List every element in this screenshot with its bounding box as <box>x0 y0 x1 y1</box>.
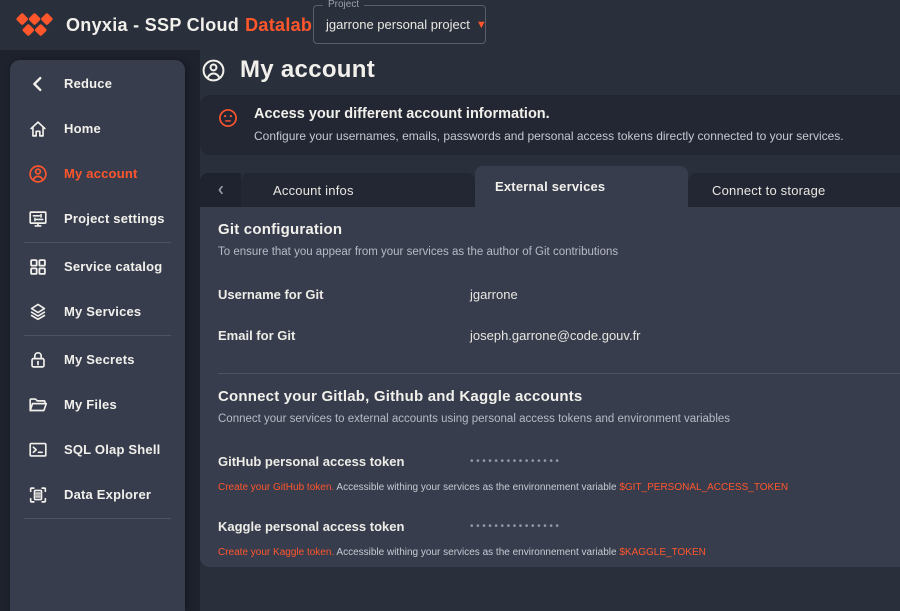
sidebar-item-service-catalog[interactable]: Service catalog <box>10 244 185 289</box>
sidebar-item-my-secrets[interactable]: My Secrets <box>10 337 185 382</box>
main-content: My account Access your different account… <box>200 50 900 611</box>
sidebar-divider <box>24 242 171 243</box>
tab-bar: Account infos External services Connect … <box>200 166 900 207</box>
sidebar-item-my-services[interactable]: My Services <box>10 289 185 334</box>
github-token-masked-value[interactable]: ••••••••••••••• <box>470 456 562 467</box>
git-email-value[interactable]: joseph.garrone@code.gouv.fr <box>470 328 641 343</box>
onyxia-logo-icon <box>14 10 56 40</box>
sidebar-item-label: My account <box>64 166 138 181</box>
field-row-git-email: Email for Git joseph.garrone@code.gouv.f… <box>218 328 900 343</box>
sidebar-item-my-account[interactable]: My account <box>10 151 185 196</box>
app-title: Onyxia - SSP Cloud Datalab <box>66 15 312 36</box>
field-row-kaggle-token: Kaggle personal access token •••••••••••… <box>218 519 900 534</box>
sidebar-item-label: Reduce <box>64 76 112 91</box>
field-label: Kaggle personal access token <box>218 519 470 534</box>
tab-account-infos[interactable]: Account infos <box>241 173 475 207</box>
sidebar: Reduce Home My account Project settings … <box>10 60 185 611</box>
github-token-helper: Create your GitHub token. Accessible wit… <box>218 482 892 493</box>
field-label: Username for Git <box>218 287 470 302</box>
folder-open-icon <box>27 394 49 416</box>
sidebar-item-label: SQL Olap Shell <box>64 442 160 457</box>
sidebar-item-label: Home <box>64 121 101 136</box>
sidebar-item-sql-olap-shell[interactable]: SQL Olap Shell <box>10 427 185 472</box>
account-circle-icon <box>27 163 49 185</box>
sidebar-item-label: Service catalog <box>64 259 162 274</box>
kaggle-token-helper: Create your Kaggle token. Accessible wit… <box>218 547 892 558</box>
layers-icon <box>27 301 49 323</box>
helper-text: Accessible withing your services as the … <box>334 547 619 558</box>
git-username-value[interactable]: jgarrone <box>470 287 518 302</box>
accounts-section-subtitle: Connect your services to external accoun… <box>218 413 900 425</box>
sidebar-item-label: My Files <box>64 397 117 412</box>
sentiment-neutral-icon <box>217 107 239 129</box>
field-label: GitHub personal access token <box>218 454 470 469</box>
sidebar-item-data-explorer[interactable]: Data Explorer <box>10 472 185 517</box>
section-divider <box>218 373 900 374</box>
chevron-left-icon <box>213 182 229 198</box>
page-header: My account <box>200 56 375 84</box>
accounts-section-title: Connect your Gitlab, Github and Kaggle a… <box>218 388 900 405</box>
field-row-github-token: GitHub personal access token •••••••••••… <box>218 454 900 469</box>
kaggle-env-var: $KAGGLE_TOKEN <box>619 547 706 558</box>
field-row-git-username: Username for Git jgarrone <box>218 287 900 302</box>
account-circle-icon <box>200 57 227 84</box>
page-title: My account <box>240 56 375 84</box>
sidebar-item-label: My Secrets <box>64 352 135 367</box>
caret-down-icon: ▼ <box>476 19 487 31</box>
helper-text: Accessible withing your services as the … <box>334 482 619 493</box>
home-icon <box>27 118 49 140</box>
tabs-scroll-left-button[interactable] <box>200 173 241 207</box>
git-configuration-subtitle: To ensure that you appear from your serv… <box>218 246 900 258</box>
notice-banner: Access your different account informatio… <box>200 95 900 155</box>
notice-text: Access your different account informatio… <box>254 106 844 143</box>
notice-description: Configure your usernames, emails, passwo… <box>254 129 844 143</box>
data-frame-icon <box>27 484 49 506</box>
git-configuration-title: Git configuration <box>218 221 900 238</box>
tab-connect-to-storage[interactable]: Connect to storage <box>688 173 900 207</box>
sidebar-item-project-settings[interactable]: Project settings <box>10 196 185 241</box>
sidebar-divider <box>24 518 171 519</box>
kaggle-token-masked-value[interactable]: ••••••••••••••• <box>470 521 562 532</box>
notice-title: Access your different account informatio… <box>254 106 844 122</box>
sidebar-item-home[interactable]: Home <box>10 106 185 151</box>
brand-title: Onyxia - SSP Cloud <box>66 15 239 35</box>
sidebar-divider <box>24 335 171 336</box>
project-select[interactable]: Project jgarrone personal project ▼ <box>313 5 486 44</box>
github-env-var: $GIT_PERSONAL_ACCESS_TOKEN <box>619 482 788 493</box>
tab-external-services[interactable]: External services <box>475 166 688 207</box>
create-kaggle-token-link[interactable]: Create your Kaggle token. <box>218 547 334 558</box>
display-settings-icon <box>27 208 49 230</box>
sidebar-item-label: Data Explorer <box>64 487 151 502</box>
sidebar-item-my-files[interactable]: My Files <box>10 382 185 427</box>
external-services-panel: Git configuration To ensure that you app… <box>200 207 900 567</box>
sidebar-item-label: Project settings <box>64 211 165 226</box>
brand-accent: Datalab <box>245 15 312 35</box>
grid-icon <box>27 256 49 278</box>
chevron-left-icon <box>27 73 49 95</box>
project-select-value: jgarrone personal project <box>326 17 470 32</box>
app-root: Onyxia - SSP Cloud Datalab Project jgarro… <box>0 0 900 611</box>
app-header: Onyxia - SSP Cloud Datalab Project jgarro… <box>0 0 900 50</box>
field-label: Email for Git <box>218 328 470 343</box>
project-select-label: Project <box>323 0 364 11</box>
sidebar-item-reduce[interactable]: Reduce <box>10 61 185 106</box>
sidebar-item-label: My Services <box>64 304 141 319</box>
lock-icon <box>27 349 49 371</box>
create-github-token-link[interactable]: Create your GitHub token. <box>218 482 334 493</box>
terminal-icon <box>27 439 49 461</box>
